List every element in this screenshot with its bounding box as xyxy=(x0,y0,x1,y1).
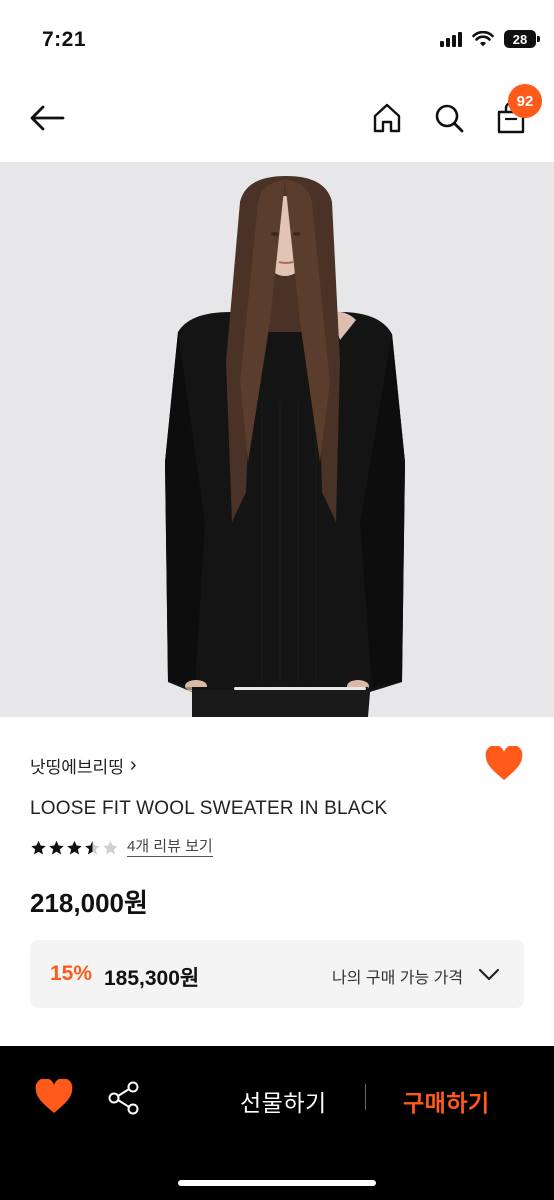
back-button[interactable] xyxy=(26,100,68,136)
buy-button[interactable]: 구매하기 xyxy=(403,1084,490,1118)
status-icons: 28 xyxy=(440,30,540,48)
discounted-price: 185,300원 xyxy=(104,967,200,990)
product-name: LOOSE FIT WOOL SWEATER IN BLACK xyxy=(30,798,388,819)
my-price-label: 나의 구매 가능 가격 xyxy=(332,970,464,987)
home-icon xyxy=(373,103,401,133)
review-link[interactable]: 4개 리뷰 보기 xyxy=(127,838,213,857)
cellular-signal-icon xyxy=(440,31,462,47)
bottom-action-bar: 선물하기 구매하기 xyxy=(0,1046,554,1200)
gallery-pager xyxy=(186,687,366,690)
back-arrow-icon xyxy=(30,105,65,131)
heart-icon xyxy=(35,1078,73,1113)
battery-icon: 28 xyxy=(504,30,540,48)
star-icon xyxy=(67,840,82,854)
rating-row: 4개 리뷰 보기 xyxy=(30,838,213,857)
top-navigation xyxy=(0,80,554,162)
original-price: 218,000원 xyxy=(30,888,148,918)
home-button[interactable] xyxy=(366,98,408,138)
brand-name: 낫띵에브리띵 xyxy=(30,758,124,777)
search-button[interactable] xyxy=(428,98,470,138)
share-button[interactable] xyxy=(106,1080,142,1116)
star-half-icon xyxy=(85,840,100,854)
search-icon xyxy=(435,104,464,133)
share-icon xyxy=(108,1081,139,1115)
gallery-pager-indicator xyxy=(234,687,366,690)
bottom-bar-divider xyxy=(365,1084,366,1110)
product-image-gallery[interactable] xyxy=(0,162,554,717)
wifi-icon xyxy=(472,30,494,46)
star-icon xyxy=(31,840,46,854)
chevron-down-icon xyxy=(478,968,500,981)
purchase-price-box[interactable]: 15% 185,300원 나의 구매 가능 가격 xyxy=(30,940,524,1008)
brand-link[interactable]: 낫띵에브리띵 › xyxy=(30,753,137,778)
gift-button[interactable]: 선물하기 xyxy=(240,1084,327,1118)
status-time: 7:21 xyxy=(42,28,87,51)
heart-icon xyxy=(485,745,523,780)
status-bar: 7:21 28 xyxy=(0,0,554,80)
home-indicator[interactable] xyxy=(178,1180,376,1186)
star-icon xyxy=(49,840,64,854)
like-button[interactable] xyxy=(34,1078,74,1115)
product-photo xyxy=(165,176,405,717)
star-empty-icon xyxy=(103,840,118,854)
chevron-right-icon: › xyxy=(129,754,137,776)
favorite-button[interactable] xyxy=(484,745,524,782)
discount-rate: 15% xyxy=(50,962,93,985)
rating-stars xyxy=(30,840,119,856)
cart-count-badge: 92 xyxy=(508,84,542,118)
